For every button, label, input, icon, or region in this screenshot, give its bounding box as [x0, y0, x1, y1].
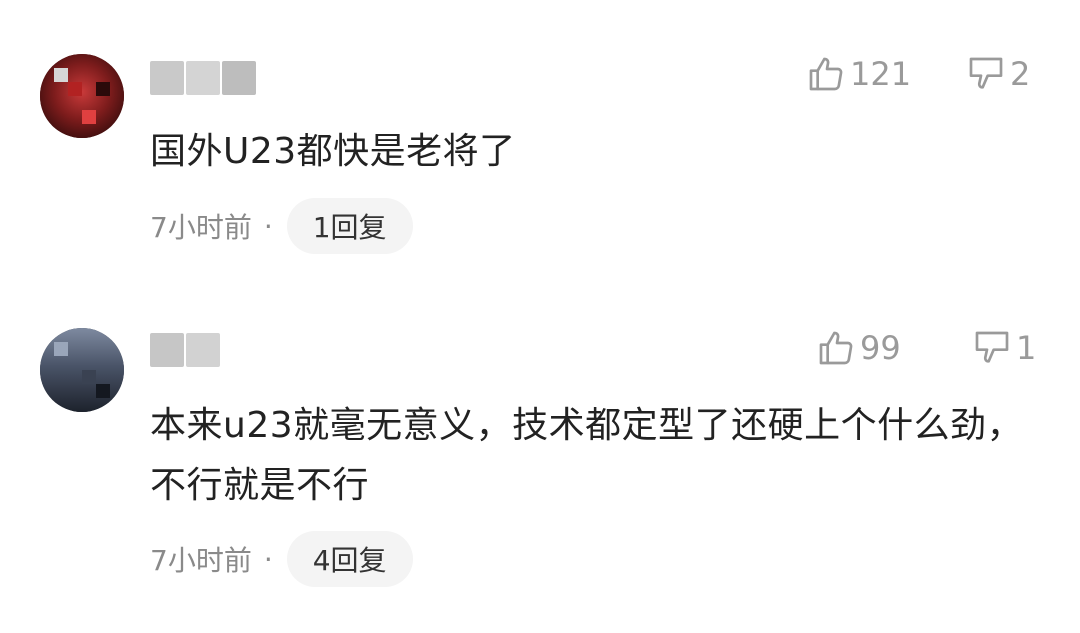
comment-item: 99 1 本来u23就毫无意义，技术都定型了还硬上个什么劲，不行就是不行 7小时…	[0, 0, 1080, 633]
thumbs-down-icon	[975, 331, 1009, 363]
comment-text: 本来u23就毫无意义，技术都定型了还硬上个什么劲，不行就是不行	[150, 405, 1024, 506]
like-button[interactable]: 99	[816, 328, 901, 368]
reply-button[interactable]: 4回复	[286, 531, 413, 587]
comment-time: 7小时前	[150, 544, 252, 577]
dislike-button[interactable]: 1	[972, 328, 1036, 368]
avatar[interactable]	[40, 328, 124, 412]
thumbs-up-icon	[819, 331, 853, 365]
reply-label: 4回复	[312, 544, 387, 577]
dislike-count: 1	[1016, 329, 1037, 367]
username-blurred[interactable]	[150, 330, 222, 370]
like-count: 99	[860, 329, 901, 367]
separator-dot: ·	[263, 542, 273, 576]
comment-meta: 7小时前 · 4回复	[150, 531, 413, 587]
